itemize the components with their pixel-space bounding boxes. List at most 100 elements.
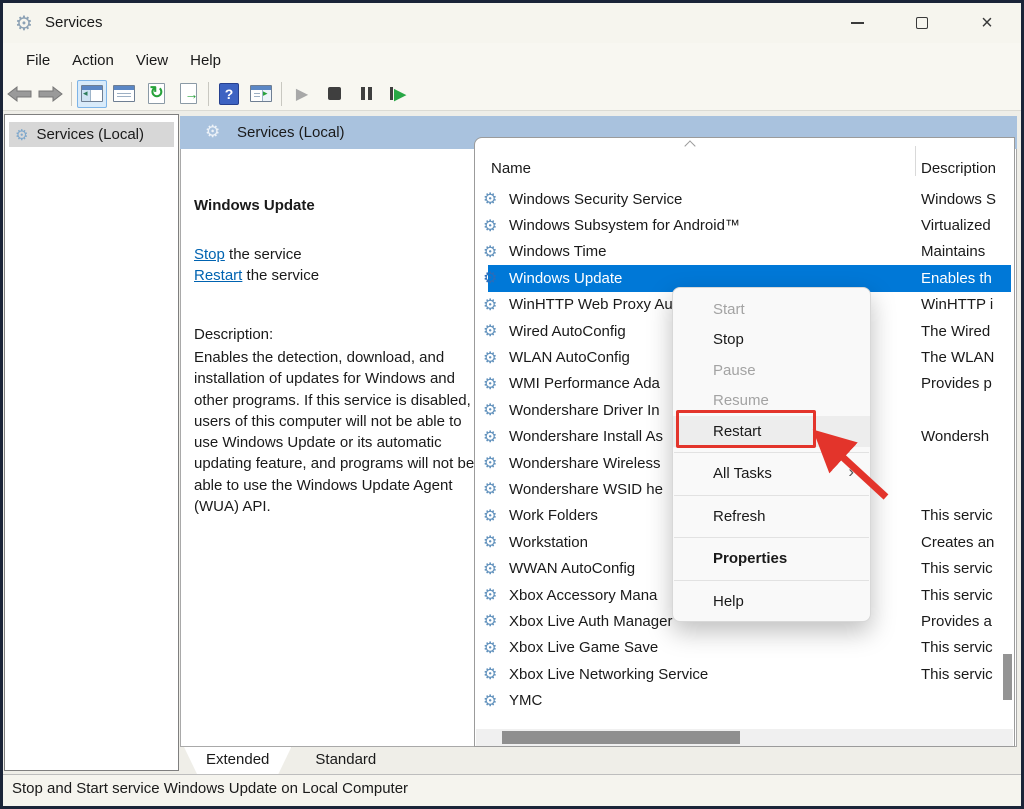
back-arrow-icon: [6, 85, 32, 103]
vertical-scrollbar-thumb[interactable]: [1003, 654, 1012, 700]
menu-help[interactable]: Help: [179, 48, 232, 73]
refresh-toolbar-button[interactable]: ↻: [141, 80, 171, 108]
service-name-cell: Work Folders: [509, 507, 598, 524]
service-name-cell: Windows Time: [509, 243, 607, 260]
restart-service-button[interactable]: ▶: [383, 80, 413, 108]
status-text: Stop and Start service Windows Update on…: [12, 780, 408, 797]
minimize-icon: [851, 22, 864, 24]
column-divider[interactable]: [915, 146, 916, 176]
service-gear-icon: ⚙: [483, 479, 503, 499]
toolbar-separator: [281, 82, 282, 106]
start-service-button[interactable]: ▶: [287, 80, 317, 108]
menu-item-start: Start: [673, 294, 870, 325]
forward-button[interactable]: [36, 80, 66, 108]
table-row[interactable]: ⚙Windows TimeMaintains: [475, 239, 1014, 265]
pause-icon: [361, 87, 372, 100]
table-row[interactable]: ⚙ Windows Security Service Windows S: [475, 186, 1014, 212]
menu-action[interactable]: Action: [61, 48, 125, 73]
title-bar: ⚙ Services ×: [3, 3, 1021, 43]
back-button[interactable]: [4, 80, 34, 108]
table-row[interactable]: ⚙YMC: [475, 687, 1014, 713]
console-tree-pane: ⚙ Services (Local): [4, 114, 179, 771]
sort-ascending-icon[interactable]: [685, 139, 695, 149]
restart-service-rest: the service: [242, 267, 319, 284]
maximize-button[interactable]: [899, 3, 945, 43]
menu-item-label: Properties: [713, 550, 787, 567]
play-icon: ▶: [296, 84, 308, 104]
help-toolbar-button[interactable]: ?: [214, 80, 244, 108]
menu-file[interactable]: File: [15, 48, 61, 73]
maximize-icon: [916, 17, 928, 29]
close-button[interactable]: ×: [964, 3, 1010, 43]
table-row[interactable]: ⚙Xbox Live Networking ServiceThis servic: [475, 661, 1014, 687]
service-gear-icon: ⚙: [483, 268, 503, 288]
app-gear-icon: ⚙: [15, 11, 33, 36]
menu-item-stop[interactable]: Stop: [673, 325, 870, 356]
service-description-cell: Creates an: [921, 534, 1009, 551]
menu-view[interactable]: View: [125, 48, 179, 73]
band-title: Services (Local): [237, 116, 345, 149]
service-description-cell: This servic: [921, 666, 1009, 683]
service-name-cell: Wondershare WSID he: [509, 481, 663, 498]
service-name-cell: Workstation: [509, 534, 588, 551]
properties-toolbar-button[interactable]: [109, 80, 139, 108]
menu-item-label: Resume: [713, 392, 769, 409]
service-gear-icon: ⚙: [483, 585, 503, 605]
column-header-description[interactable]: Description: [921, 160, 1011, 177]
minimize-button[interactable]: [834, 3, 880, 43]
table-row[interactable]: ⚙Windows Subsystem for Android™Virtualiz…: [475, 212, 1014, 238]
table-row[interactable]: ⚙Xbox Live Game SaveThis servic: [475, 635, 1014, 661]
service-description-cell: Enables th: [921, 270, 1009, 287]
toolbar-separator: [71, 82, 72, 106]
service-gear-icon: ⚙: [483, 691, 503, 711]
toolbar-separator: [208, 82, 209, 106]
menu-item-help[interactable]: Help: [673, 586, 870, 617]
service-description-cell: WinHTTP i: [921, 296, 1009, 313]
restart-service-link[interactable]: Restart: [194, 267, 242, 284]
horizontal-scrollbar[interactable]: [476, 729, 1013, 746]
service-description-cell: Windows S: [921, 191, 1009, 208]
sidebar-item-label: Services (Local): [36, 126, 144, 143]
selected-service-title: Windows Update: [194, 197, 315, 214]
stop-service-button[interactable]: [319, 80, 349, 108]
tab-standard[interactable]: Standard: [293, 747, 398, 774]
menu-item-label: Refresh: [713, 508, 766, 525]
service-gear-icon: ⚙: [483, 611, 503, 631]
service-name-cell: Xbox Live Game Save: [509, 639, 658, 656]
service-gear-icon: ⚙: [483, 559, 503, 579]
sidebar-item-services-local[interactable]: ⚙ Services (Local): [9, 122, 174, 147]
pause-service-button[interactable]: [351, 80, 381, 108]
menu-separator: [673, 574, 870, 586]
action-pane-icon: [250, 85, 272, 102]
show-console-tree-button[interactable]: [77, 80, 107, 108]
menu-bar: FileActionViewHelp: [3, 43, 1021, 77]
service-description-cell: Provides a: [921, 613, 1009, 630]
service-name-cell: Windows Security Service: [509, 191, 682, 208]
horizontal-scrollbar-thumb[interactable]: [502, 731, 740, 744]
service-gear-icon: ⚙: [483, 506, 503, 526]
service-gear-icon: ⚙: [483, 400, 503, 420]
menu-item-properties[interactable]: Properties: [673, 544, 870, 575]
refresh-icon: ↻: [148, 83, 165, 104]
export-list-icon: →: [180, 83, 197, 104]
service-gear-icon: ⚙: [483, 189, 503, 209]
description-text: Enables the detection, download, and ins…: [194, 347, 478, 517]
menu-separator: [673, 532, 870, 544]
service-name-cell: Windows Subsystem for Android™: [509, 217, 740, 234]
stop-icon: [328, 87, 341, 100]
column-header-name[interactable]: Name: [491, 160, 531, 177]
service-description-cell: Virtualized: [921, 217, 1009, 234]
services-gear-icon: ⚙: [15, 126, 28, 144]
tab-extended[interactable]: Extended: [184, 747, 291, 774]
window-title: Services: [45, 3, 103, 43]
service-name-cell: Wondershare Install As: [509, 428, 663, 445]
service-name-cell: Wired AutoConfig: [509, 323, 626, 340]
export-list-button[interactable]: →: [173, 80, 203, 108]
stop-service-link[interactable]: Stop: [194, 246, 225, 263]
service-gear-icon: ⚙: [483, 427, 503, 447]
service-gear-icon: ⚙: [483, 453, 503, 473]
service-name-cell: Wondershare Wireless: [509, 455, 660, 472]
stop-service-line: Stop the service: [194, 244, 302, 265]
show-action-pane-button[interactable]: [246, 80, 276, 108]
restart-icon: ▶: [390, 85, 406, 103]
